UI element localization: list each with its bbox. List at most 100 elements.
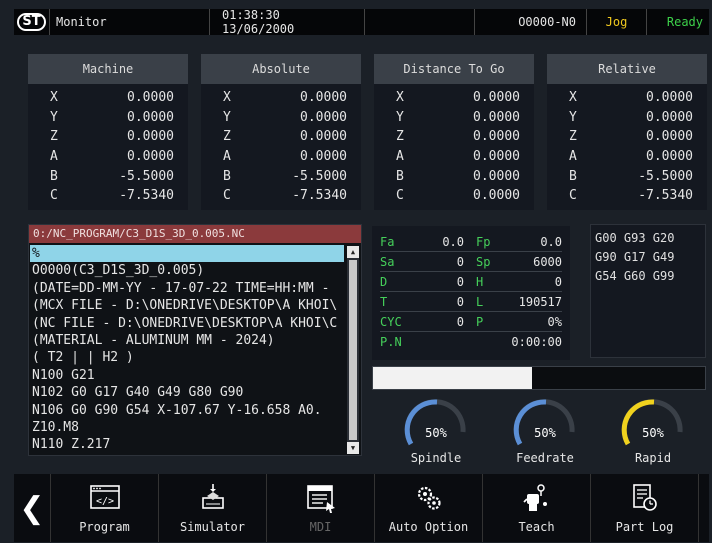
program-line[interactable]: O0000(C3_D1S_3D_0.005)	[30, 262, 344, 279]
program-button[interactable]: </> Program	[51, 474, 159, 542]
mode-indicator: Jog	[587, 9, 647, 35]
spindle-gauge[interactable]: 50% Spindle	[386, 392, 486, 466]
auto-option-button[interactable]: Auto Option	[375, 474, 483, 542]
mdi-button[interactable]: MDI	[267, 474, 375, 542]
rapid-gauge[interactable]: 50% Rapid	[603, 392, 703, 466]
field-value: 0:00:00	[511, 334, 562, 349]
coord-row-x: X 0.0000	[201, 88, 361, 108]
gauge-label: Spindle	[410, 451, 462, 465]
program-line[interactable]: (MATERIAL - ALUMINUM MM - 2024)	[30, 332, 344, 349]
coord-panel-absolute: Absolute X 0.0000 Y 0.0000 Z 0.0000 A 0.0000…	[201, 54, 361, 214]
field-label: Fa	[380, 234, 395, 249]
coord-row-z: Z 0.0000	[201, 127, 361, 147]
gauge-label: Feedrate	[516, 451, 574, 465]
axis-label: C	[396, 188, 404, 204]
program-line[interactable]: Z10.M8	[30, 419, 344, 436]
axis-value: 0.0000	[473, 109, 520, 125]
gauge-value: 50%	[534, 426, 556, 440]
axis-label: X	[223, 90, 231, 106]
program-line[interactable]: N106 G0 G90 G54 X-107.67 Y-16.658 A0.	[30, 402, 344, 419]
coord-row-a: A 0.0000	[201, 147, 361, 167]
axis-label: Z	[396, 129, 404, 145]
coord-body: X 0.0000 Y 0.0000 Z 0.0000 A 0.0000 B 0.0000 …	[374, 84, 534, 210]
field-value: 0	[456, 254, 464, 269]
coord-row-x: X 0.0000	[28, 88, 188, 108]
feedrate-gauge[interactable]: 50% Feedrate	[495, 392, 595, 466]
axis-label: B	[569, 168, 577, 184]
program-line[interactable]: (MCX FILE - D:\ONEDRIVE\DESKTOP\A KHOI\	[30, 297, 344, 314]
axis-value: -7.5340	[119, 188, 174, 204]
program-line[interactable]: ( T2 | | H2 )	[30, 349, 344, 366]
axis-value: -5.5000	[119, 168, 174, 184]
field-label: Fp	[476, 234, 491, 249]
program-line[interactable]: N102 G0 G17 G40 G49 G80 G90	[30, 384, 344, 401]
axis-label: Y	[50, 109, 58, 125]
gauge-value: 50%	[425, 426, 447, 440]
gauge-arc-icon	[621, 399, 683, 446]
coord-row-b: B -5.5000	[201, 166, 361, 186]
axis-label: Y	[223, 109, 231, 125]
axis-value: 0.0000	[473, 129, 520, 145]
coord-row-a: A 0.0000	[547, 147, 707, 167]
scroll-thumb[interactable]	[349, 260, 357, 440]
field-label: L	[476, 294, 484, 309]
field-label: H	[476, 274, 484, 289]
field-value: 6000	[533, 254, 562, 269]
axis-label: C	[50, 188, 58, 204]
axis-value: 0.0000	[127, 129, 174, 145]
program-line[interactable]: N100 G21	[30, 367, 344, 384]
axis-value: 0.0000	[473, 168, 520, 184]
coord-panel-distance-to-go: Distance To Go X 0.0000 Y 0.0000 Z 0.0000 A…	[374, 54, 534, 214]
gauge-label: Rapid	[634, 451, 672, 465]
blank-cell	[365, 9, 475, 35]
logo: ST	[14, 9, 50, 35]
coord-row-b: B 0.0000	[374, 166, 534, 186]
simulator-button-label: Simulator	[179, 520, 246, 534]
axis-value: 0.0000	[127, 109, 174, 125]
axis-value: 0.0000	[473, 188, 520, 204]
coord-row-b: B -5.5000	[547, 166, 707, 186]
coord-row-z: Z 0.0000	[374, 127, 534, 147]
simulator-button[interactable]: Simulator	[159, 474, 267, 542]
logo-text: ST	[17, 13, 46, 31]
axis-value: -5.5000	[638, 168, 693, 184]
coord-row-z: Z 0.0000	[28, 127, 188, 147]
coord-row-c: C -7.5340	[547, 186, 707, 206]
screen-title: Monitor	[50, 9, 210, 35]
field-value: 0	[456, 314, 464, 329]
axis-value: -7.5340	[638, 188, 693, 204]
3d-print-icon	[202, 484, 224, 509]
coord-title: Machine	[28, 54, 188, 84]
gcode-line: G90 G17 G49	[595, 250, 675, 264]
program-line[interactable]: (NC FILE - D:\ONEDRIVE\DESKTOP\A KHOI\C	[30, 315, 344, 332]
program-listing[interactable]: % O0000(C3_D1S_3D_0.005) (DATE=DD-MM-YY …	[30, 245, 344, 455]
program-panel: 0:/NC_PROGRAM/C3_D1S_3D_0.005.NC % O0000…	[28, 224, 362, 456]
feed-row-fa: Fa 0.0 Fp 0.0	[380, 232, 562, 252]
axis-value: 0.0000	[127, 90, 174, 106]
gears-icon	[417, 486, 441, 510]
axis-value: 0.0000	[473, 90, 520, 106]
program-line-selected[interactable]: %	[30, 245, 344, 263]
program-line[interactable]: (DATE=DD-MM-YY - 17-07-22 TIME=HH:MM -	[30, 280, 344, 297]
axis-value: 0.0000	[300, 109, 347, 125]
program-scrollbar[interactable]: ▲ ▼	[347, 246, 359, 454]
coord-row-b: B -5.5000	[28, 166, 188, 186]
program-line[interactable]: N110 Z.217	[30, 436, 344, 453]
monitor-screen: ST Monitor 01:38:30 13/06/2000 O0000-N0 …	[0, 0, 712, 543]
back-button[interactable]: ❮	[14, 474, 51, 542]
field-label: Sp	[476, 254, 491, 269]
part-log-button[interactable]: Part Log	[591, 474, 699, 542]
coord-body: X 0.0000 Y 0.0000 Z 0.0000 A 0.0000 B -5.5000…	[28, 84, 188, 210]
field-label: CYC	[380, 314, 402, 329]
field-label: P.N	[380, 334, 402, 349]
scroll-down-icon[interactable]: ▼	[347, 442, 359, 454]
axis-label: Y	[569, 109, 577, 125]
progress-fill	[373, 367, 533, 389]
teach-button[interactable]: Teach	[483, 474, 591, 542]
axis-value: 0.0000	[646, 129, 693, 145]
scroll-up-icon[interactable]: ▲	[347, 246, 359, 258]
axis-value: 0.0000	[473, 149, 520, 165]
axis-label: B	[396, 168, 404, 184]
coord-row-y: Y 0.0000	[374, 108, 534, 128]
datetime: 01:38:30 13/06/2000	[210, 8, 365, 36]
